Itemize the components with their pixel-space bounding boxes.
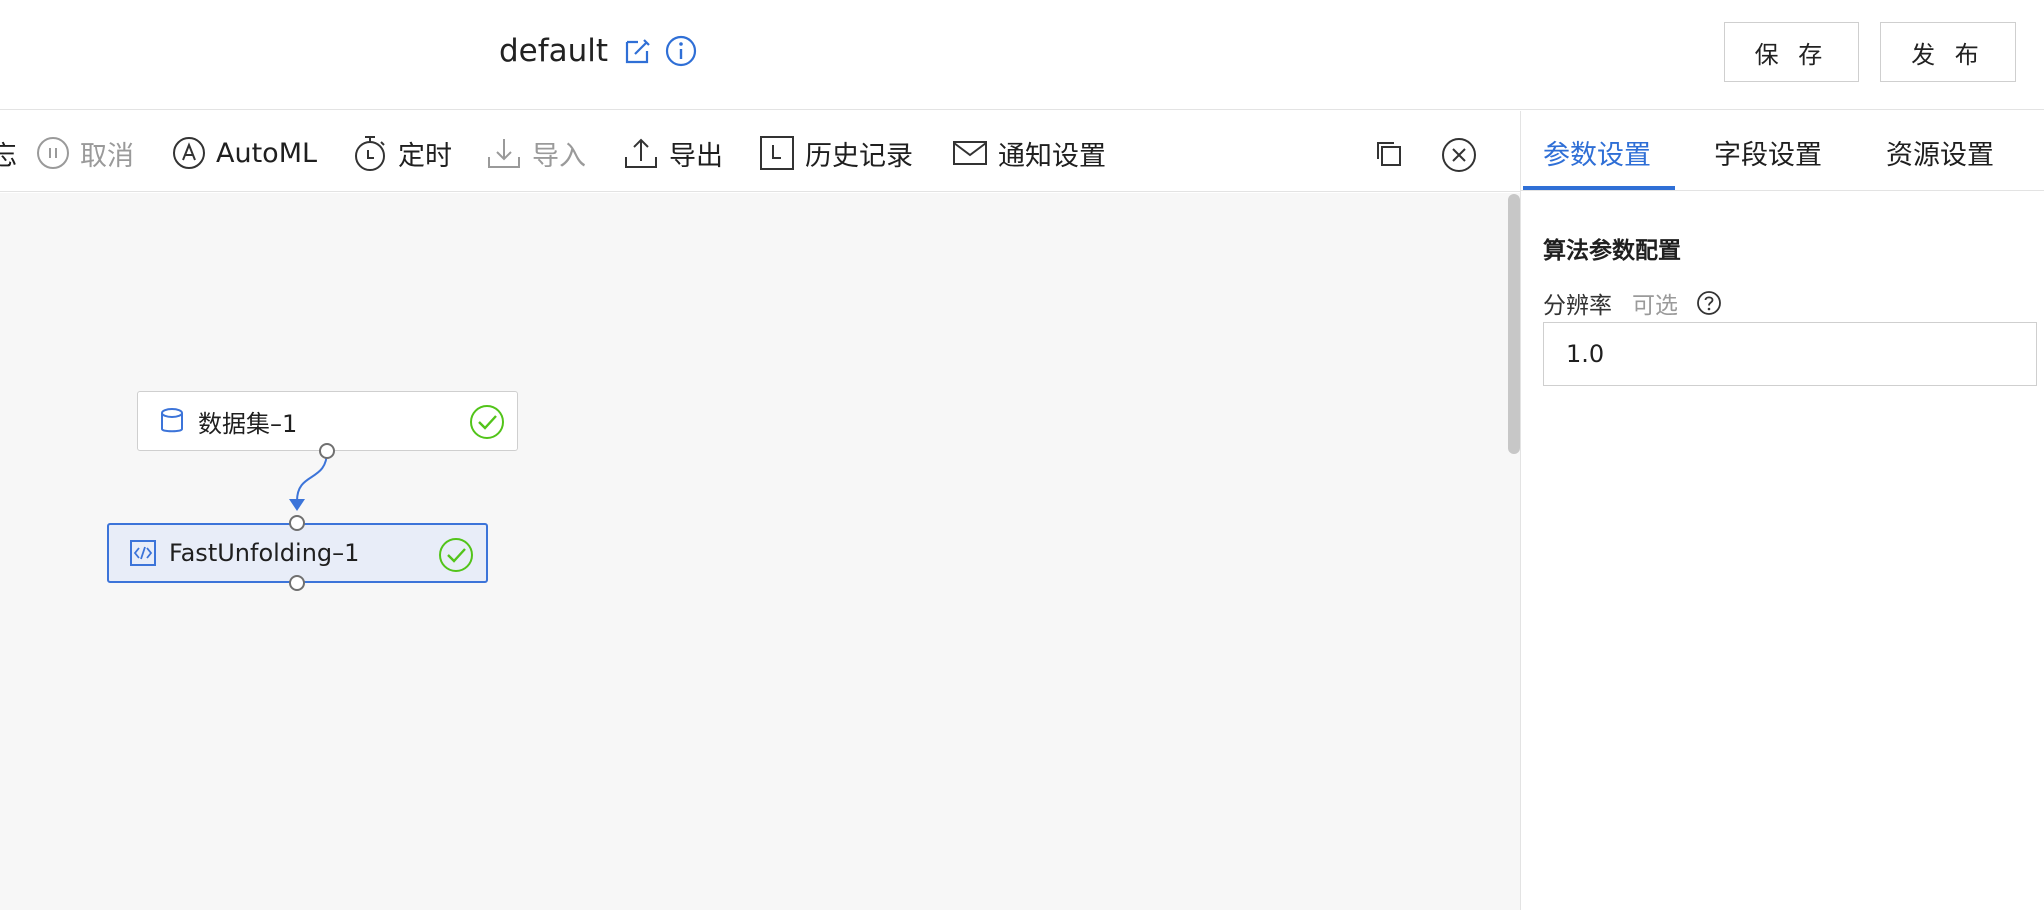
automl-label: AutoML xyxy=(216,137,318,169)
automl-icon xyxy=(173,137,205,169)
history-label: 历史记录 xyxy=(805,140,913,172)
schedule-label: 定时 xyxy=(398,140,452,172)
tab-field-settings[interactable]: 字段设置 xyxy=(1714,133,1822,172)
code-icon xyxy=(130,540,156,566)
close-icon[interactable] xyxy=(1441,137,1477,173)
edge-arrowhead xyxy=(289,499,305,511)
header: default 保 存 发 布 xyxy=(0,0,2044,110)
node-label: 数据集–1 xyxy=(198,409,298,438)
info-icon[interactable] xyxy=(664,34,698,68)
node-dataset-1[interactable]: 数据集–1 xyxy=(137,391,518,451)
export-label: 导出 xyxy=(669,140,723,172)
section-title: 算法参数配置 xyxy=(1543,238,1681,264)
active-tab-indicator xyxy=(1523,186,1675,190)
success-check-icon xyxy=(470,405,504,439)
cancel-label: 取消 xyxy=(80,140,134,172)
save-button[interactable]: 保 存 xyxy=(1724,22,1859,82)
edit-icon[interactable] xyxy=(624,37,652,65)
tab-parameter-settings[interactable]: 参数设置 xyxy=(1543,133,1651,172)
history-icon xyxy=(760,136,794,170)
tab-resource-settings[interactable]: 资源设置 xyxy=(1886,133,1994,172)
history-button[interactable]: 历史记录 xyxy=(759,133,913,173)
notification-settings-label: 通知设置 xyxy=(998,140,1106,172)
workflow-canvas[interactable]: 数据集–1 FastUnfolding–1 xyxy=(0,193,1520,910)
publish-button[interactable]: 发 布 xyxy=(1880,22,2016,82)
schedule-button[interactable]: 定时 xyxy=(352,133,452,173)
app-root: default 保 存 发 布 忘 取消 AutoML 定时 导入 导出 历史记… xyxy=(0,0,2044,910)
export-icon xyxy=(625,138,657,168)
cancel-button[interactable]: 取消 xyxy=(36,133,134,173)
export-button[interactable]: 导出 xyxy=(623,133,723,173)
panel-tabs: 参数设置 字段设置 资源设置 xyxy=(1521,111,2044,191)
automl-button[interactable]: AutoML xyxy=(172,133,317,173)
optional-tag: 可选 xyxy=(1632,293,1678,319)
import-button[interactable]: 导入 xyxy=(486,133,586,173)
node-label: FastUnfolding–1 xyxy=(169,539,360,567)
database-icon xyxy=(161,408,183,433)
import-label: 导入 xyxy=(532,140,586,172)
copy-icon[interactable] xyxy=(1375,140,1403,168)
import-icon xyxy=(488,139,520,168)
node-fastunfolding-1[interactable]: FastUnfolding–1 xyxy=(107,523,488,583)
toolbar-truncated-item[interactable]: 忘 xyxy=(0,133,17,173)
resolution-field-label: 分辨率 可选 xyxy=(1543,286,1722,320)
node-output-port[interactable] xyxy=(319,443,335,459)
timer-icon xyxy=(355,136,385,171)
toolbar: 忘 取消 AutoML 定时 导入 导出 历史记录 通知设置 xyxy=(0,111,1520,192)
title-area: default xyxy=(499,28,698,74)
field-label-text: 分辨率 xyxy=(1543,293,1612,319)
edge-dataset-to-fastunfolding xyxy=(296,450,328,502)
node-input-port[interactable] xyxy=(289,515,305,531)
pause-circle-icon xyxy=(37,137,69,169)
resolution-input[interactable] xyxy=(1543,322,2037,386)
help-icon[interactable] xyxy=(1696,290,1722,316)
node-output-port[interactable] xyxy=(289,575,305,591)
mail-icon xyxy=(953,141,987,165)
canvas-scrollbar[interactable] xyxy=(1508,194,1520,454)
page-title: default xyxy=(499,33,609,69)
success-check-icon xyxy=(439,538,473,572)
settings-panel: 参数设置 字段设置 资源设置 算法参数配置 分辨率 可选 xyxy=(1520,111,2044,910)
notification-settings-button[interactable]: 通知设置 xyxy=(952,133,1106,173)
